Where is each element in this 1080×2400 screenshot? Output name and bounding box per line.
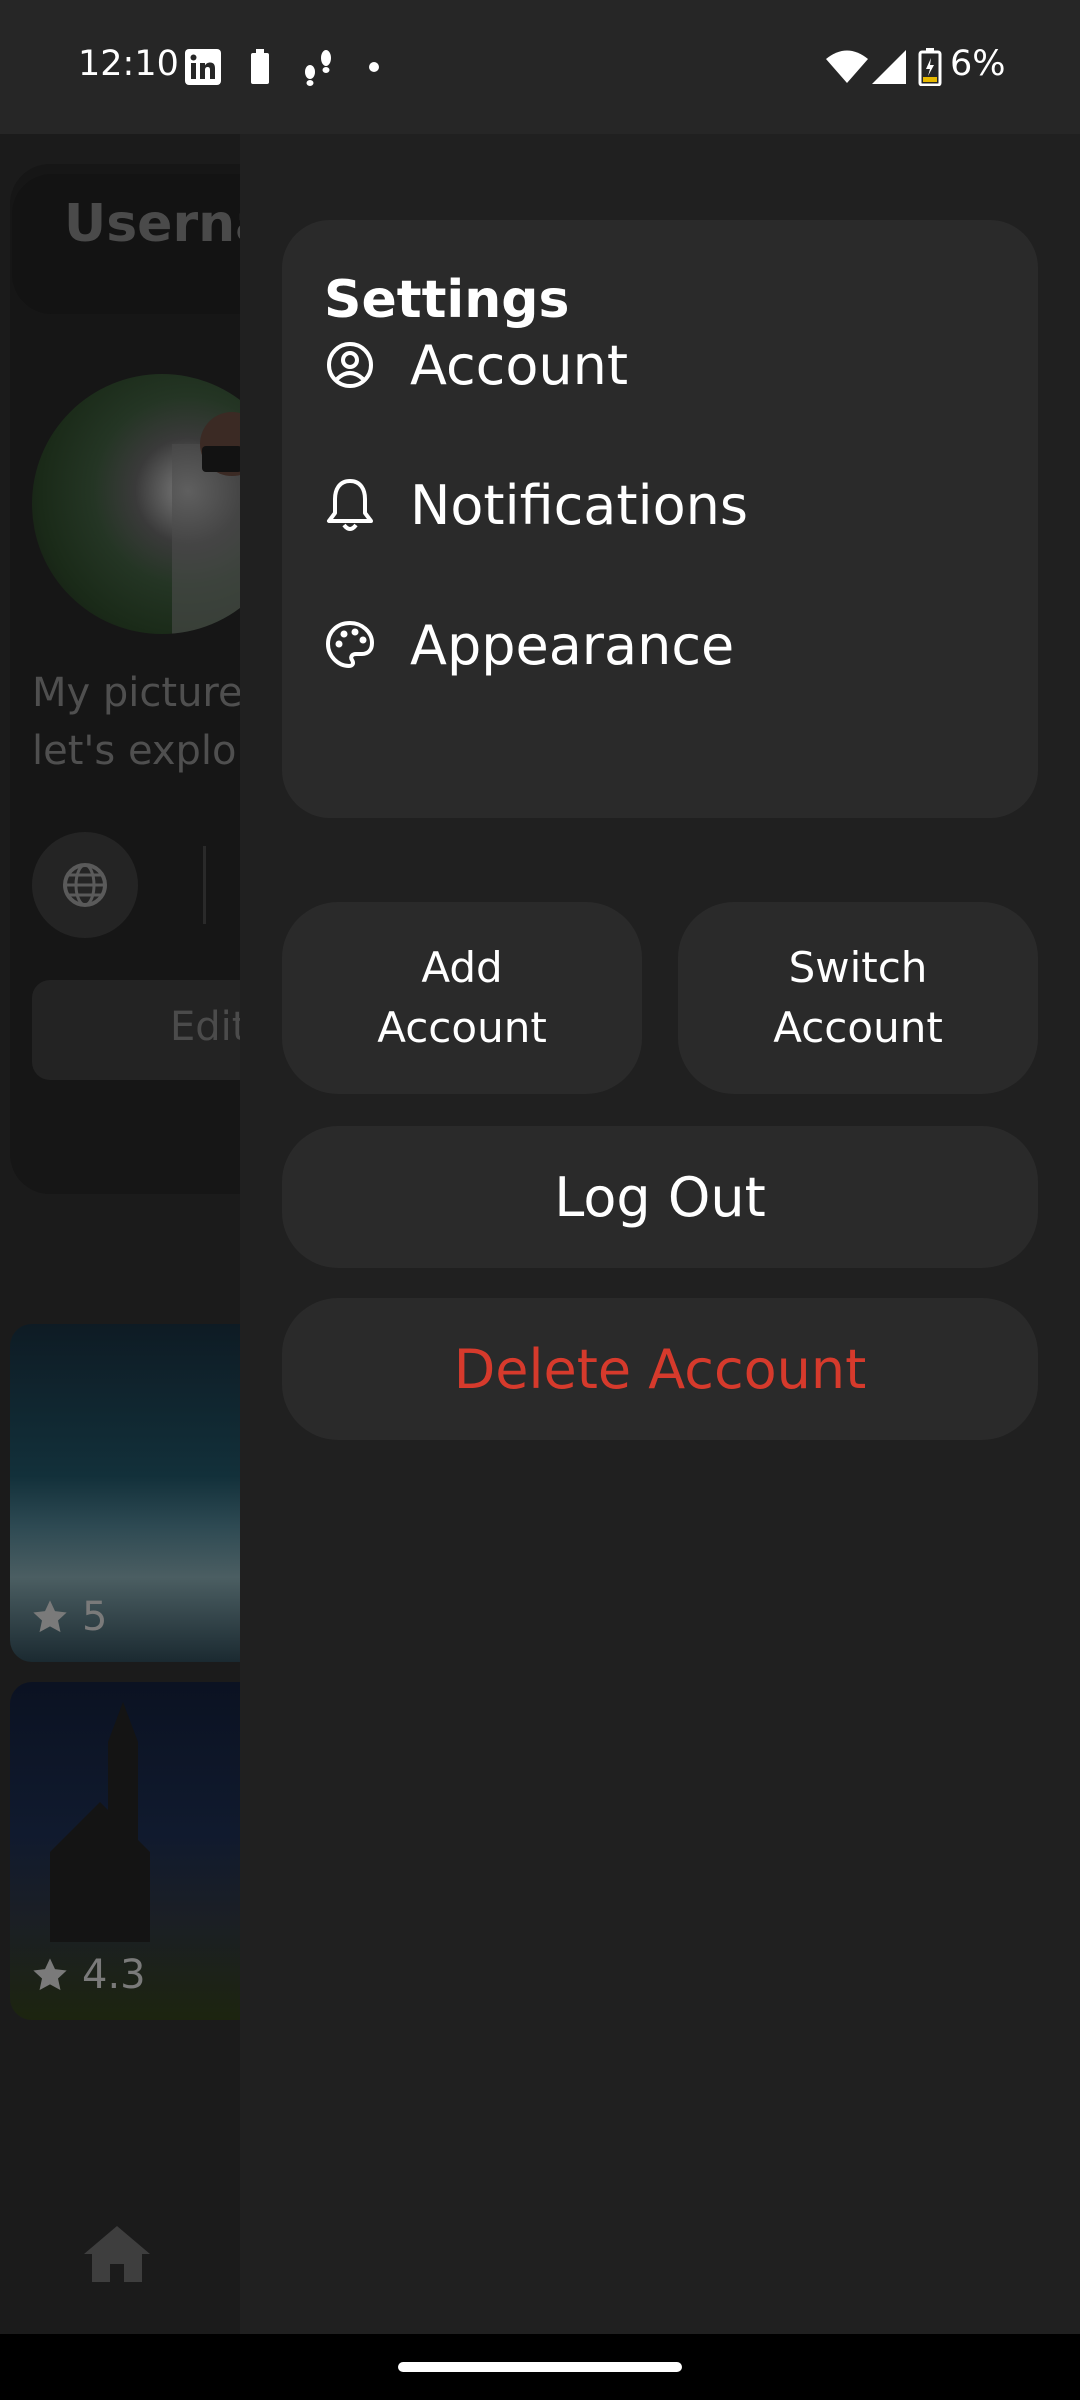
- delete-account-button[interactable]: Delete Account: [282, 1298, 1038, 1440]
- dot-icon: [368, 48, 380, 86]
- wifi-icon: [826, 48, 868, 86]
- delete-account-label: Delete Account: [453, 1337, 867, 1401]
- settings-drawer: Settings Account Notifications Appearanc…: [240, 134, 1080, 2334]
- settings-item-account[interactable]: Account: [324, 320, 1004, 410]
- log-out-button[interactable]: Log Out: [282, 1126, 1038, 1268]
- battery-charging-icon: [918, 48, 942, 86]
- status-time: 12:10: [78, 44, 179, 84]
- switch-account-button[interactable]: Switch Account: [678, 902, 1038, 1094]
- globe-icon: [63, 863, 107, 907]
- bell-icon: [324, 479, 376, 531]
- home-indicator[interactable]: [398, 2362, 682, 2372]
- edit-profile-label: Edit: [170, 1004, 248, 1050]
- add-account-label: Add Account: [377, 943, 547, 1052]
- divider: [203, 846, 206, 924]
- website-button[interactable]: [32, 832, 138, 938]
- settings-item-label: Appearance: [410, 613, 735, 677]
- switch-account-label: Switch Account: [773, 943, 943, 1052]
- settings-item-label: Account: [410, 333, 629, 397]
- settings-item-label: Notifications: [410, 473, 748, 537]
- rating-value: 4.3: [82, 1952, 146, 1998]
- home-icon[interactable]: [82, 2224, 152, 2288]
- settings-card: Settings Account Notifications Appearanc…: [282, 220, 1038, 818]
- linkedin-icon: [184, 48, 222, 86]
- star-icon: [33, 1958, 67, 1991]
- star-icon: [33, 1600, 67, 1633]
- log-out-label: Log Out: [554, 1165, 766, 1229]
- battery-percent: 6%: [950, 44, 1006, 84]
- battery-small-icon: [250, 48, 270, 86]
- signal-icon: [872, 48, 906, 86]
- rating: 4.3: [30, 1952, 146, 1998]
- rating: 5: [30, 1594, 107, 1640]
- add-account-button[interactable]: Add Account: [282, 902, 642, 1094]
- account-circle-icon: [324, 339, 376, 391]
- settings-item-appearance[interactable]: Appearance: [324, 600, 1004, 690]
- settings-item-notifications[interactable]: Notifications: [324, 460, 1004, 550]
- status-bar: 12:10 6%: [0, 0, 1080, 134]
- footprints-icon: [300, 48, 336, 86]
- palette-icon: [324, 619, 376, 671]
- rating-value: 5: [82, 1594, 108, 1640]
